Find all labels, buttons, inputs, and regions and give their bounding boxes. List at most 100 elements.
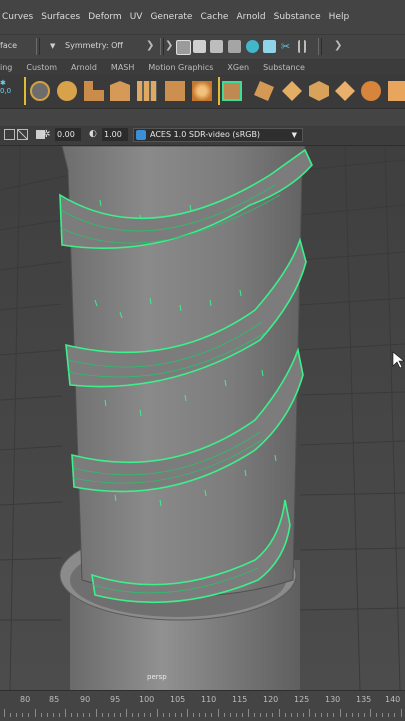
tick-label: 95 bbox=[110, 695, 121, 704]
menu-cache[interactable]: Cache bbox=[200, 12, 228, 22]
aim-constraint-icon[interactable] bbox=[335, 81, 355, 101]
tick-mark bbox=[150, 713, 152, 717]
menu-arnold[interactable]: Arnold bbox=[236, 12, 265, 22]
tab-custom[interactable]: Custom bbox=[26, 63, 57, 72]
gamma-icon[interactable]: ◐ bbox=[89, 129, 100, 140]
tab-motion-graphics[interactable]: Motion Graphics bbox=[148, 63, 213, 72]
lattice-icon[interactable] bbox=[110, 81, 130, 101]
tick-mark bbox=[71, 713, 73, 717]
pole-vector-icon[interactable] bbox=[361, 81, 381, 101]
separator bbox=[36, 38, 40, 55]
tick-label: 80 bbox=[20, 695, 31, 704]
shelf-divider bbox=[218, 77, 220, 105]
menu-uv[interactable]: UV bbox=[130, 12, 143, 22]
tick-mark bbox=[113, 713, 115, 717]
shelf-divider bbox=[24, 77, 26, 105]
tick-mark bbox=[10, 713, 12, 717]
tick-label: 130 bbox=[325, 695, 341, 704]
tab-rigging[interactable]: ing bbox=[0, 63, 12, 72]
wrap-deformer-icon[interactable] bbox=[137, 81, 157, 101]
cluster-icon[interactable] bbox=[84, 81, 104, 101]
chevron-down-icon: ▼ bbox=[291, 131, 297, 139]
tick-mark bbox=[168, 713, 170, 717]
tab-xgen[interactable]: XGen bbox=[227, 63, 249, 72]
menu-help[interactable]: Help bbox=[329, 12, 350, 22]
menu-substance[interactable]: Substance bbox=[274, 12, 321, 22]
exposure-field[interactable]: 0.00 bbox=[55, 128, 81, 141]
tick-mark bbox=[58, 713, 60, 717]
tick-mark bbox=[327, 713, 329, 717]
tick-mark bbox=[101, 713, 103, 717]
main-menu-bar: Curves Surfaces Deform UV Generate Cache… bbox=[0, 0, 405, 33]
tab-mash[interactable]: MASH bbox=[111, 63, 134, 72]
tick-mark bbox=[180, 713, 182, 717]
film-gate-icon[interactable] bbox=[4, 129, 15, 140]
tick-mark bbox=[229, 713, 231, 717]
ipr-render-icon[interactable] bbox=[210, 40, 223, 53]
perspective-viewport[interactable] bbox=[0, 146, 405, 690]
tick-label: 125 bbox=[294, 695, 310, 704]
expand-arrow-icon[interactable]: ❯ bbox=[334, 40, 342, 51]
tick-mark bbox=[138, 713, 140, 717]
tick-mark bbox=[22, 713, 24, 717]
tick-mark bbox=[272, 713, 274, 717]
tick-mark bbox=[296, 713, 298, 717]
menu-generate[interactable]: Generate bbox=[150, 12, 192, 22]
menu-deform[interactable]: Deform bbox=[88, 12, 121, 22]
pause-icon[interactable] bbox=[298, 40, 306, 53]
tick-mark bbox=[357, 713, 359, 717]
blend-shape-icon[interactable] bbox=[165, 81, 185, 101]
camera-label: persp bbox=[147, 673, 167, 681]
tick-mark bbox=[241, 713, 243, 717]
tick-mark bbox=[302, 713, 304, 717]
light-editor-icon[interactable]: ✂ bbox=[281, 40, 294, 53]
collapse-arrow-icon[interactable]: ❯ bbox=[146, 40, 154, 51]
tick-mark bbox=[382, 713, 384, 717]
color-space-label: ACES 1.0 SDR-video (sRGB) bbox=[150, 130, 261, 139]
tick-mark bbox=[400, 709, 402, 717]
tab-arnold[interactable]: Arnold bbox=[71, 63, 97, 72]
tick-mark bbox=[46, 713, 48, 717]
menu-surfaces[interactable]: Surfaces bbox=[41, 12, 80, 22]
skin-bind-icon[interactable] bbox=[388, 81, 405, 101]
shelf-tab-bar: ing Custom Arnold MASH Motion Graphics X… bbox=[0, 60, 405, 75]
render-frame-icon[interactable] bbox=[193, 40, 206, 53]
tick-label: 120 bbox=[263, 695, 279, 704]
joint-tool-icon[interactable]: ✱ 0,0 bbox=[0, 79, 14, 99]
constraint-icon[interactable] bbox=[222, 81, 242, 101]
tick-label: 135 bbox=[356, 695, 372, 704]
paint-weights-icon[interactable] bbox=[192, 81, 212, 101]
lasso-tool-icon[interactable] bbox=[30, 81, 50, 101]
tick-mark bbox=[187, 709, 188, 717]
color-space-dropdown[interactable]: ACES 1.0 SDR-video (sRGB) ▼ bbox=[133, 128, 303, 142]
render-setup-icon[interactable] bbox=[263, 40, 276, 53]
tick-label: 90 bbox=[80, 695, 91, 704]
tick-mark bbox=[193, 713, 195, 717]
render-settings-icon[interactable] bbox=[228, 40, 241, 53]
hypershade-icon[interactable] bbox=[246, 40, 259, 53]
tick-mark bbox=[260, 713, 262, 717]
orient-constraint-icon[interactable] bbox=[309, 81, 329, 101]
tab-substance[interactable]: Substance bbox=[263, 63, 305, 72]
tick-label: 140 bbox=[385, 695, 401, 704]
menu-curves[interactable]: Curves bbox=[2, 12, 33, 22]
tick-mark bbox=[321, 713, 323, 717]
gamma-field[interactable]: 1.00 bbox=[102, 128, 128, 141]
viewport-panel-toolbar: ✲ 0.00 ◐ 1.00 ACES 1.0 SDR-video (sRGB) … bbox=[0, 126, 405, 146]
tick-mark bbox=[83, 713, 85, 717]
symmetry-dropdown[interactable]: Symmetry: Off bbox=[65, 41, 123, 50]
point-constraint-icon[interactable] bbox=[282, 81, 302, 101]
selection-mode-dropdown[interactable]: face bbox=[0, 41, 17, 50]
time-slider[interactable]: 80 85 90 95 100 105 110 115 120 125 130 … bbox=[0, 690, 405, 721]
chevron-down-icon[interactable]: ▼ bbox=[50, 42, 55, 50]
exposure-icon[interactable]: ✲ bbox=[41, 129, 52, 140]
sculpt-tool-icon[interactable] bbox=[57, 81, 77, 101]
tick-mark bbox=[345, 713, 347, 717]
tick-mark bbox=[254, 713, 256, 717]
parent-constraint-icon[interactable] bbox=[254, 81, 274, 101]
expand-arrow-icon[interactable]: ❯ bbox=[165, 40, 173, 51]
resolution-gate-icon[interactable] bbox=[17, 129, 28, 140]
tick-mark bbox=[174, 713, 176, 717]
render-view-icon[interactable] bbox=[176, 40, 191, 55]
tick-mark bbox=[156, 709, 158, 717]
